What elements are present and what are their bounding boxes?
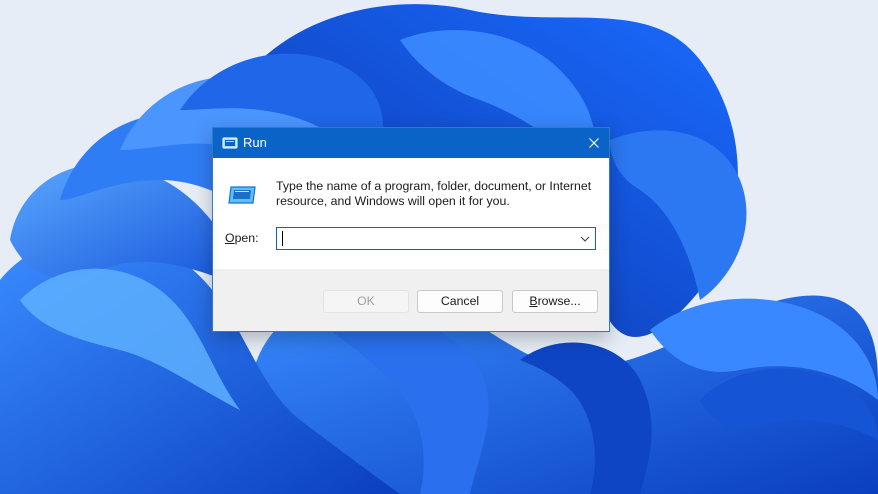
close-button[interactable] [579, 128, 609, 158]
title-bar[interactable]: Run [213, 128, 609, 158]
open-combobox[interactable] [276, 227, 596, 250]
run-icon [222, 137, 238, 149]
run-dialog: Run Type the name of a program, folder, … [212, 127, 610, 332]
browse-access-key: B [529, 294, 538, 308]
close-icon [589, 138, 599, 148]
run-icon [228, 186, 256, 204]
browse-button[interactable]: Browse... [512, 290, 598, 313]
text-cursor [282, 231, 283, 246]
chevron-down-icon[interactable] [579, 233, 591, 245]
desktop: Run Type the name of a program, folder, … [0, 0, 878, 494]
open-label: Open: [225, 231, 259, 246]
open-label-text: pen: [234, 231, 259, 245]
open-input[interactable] [281, 229, 571, 248]
dialog-content: Type the name of a program, folder, docu… [213, 158, 609, 269]
dialog-title: Run [243, 135, 267, 150]
cancel-button[interactable]: Cancel [417, 290, 503, 313]
open-label-access-key: O [225, 231, 235, 245]
run-description: Type the name of a program, folder, docu… [276, 179, 592, 208]
browse-label-text: rowse... [537, 294, 581, 308]
dialog-footer: OK Cancel Browse... [213, 269, 609, 331]
ok-button[interactable]: OK [323, 290, 409, 313]
